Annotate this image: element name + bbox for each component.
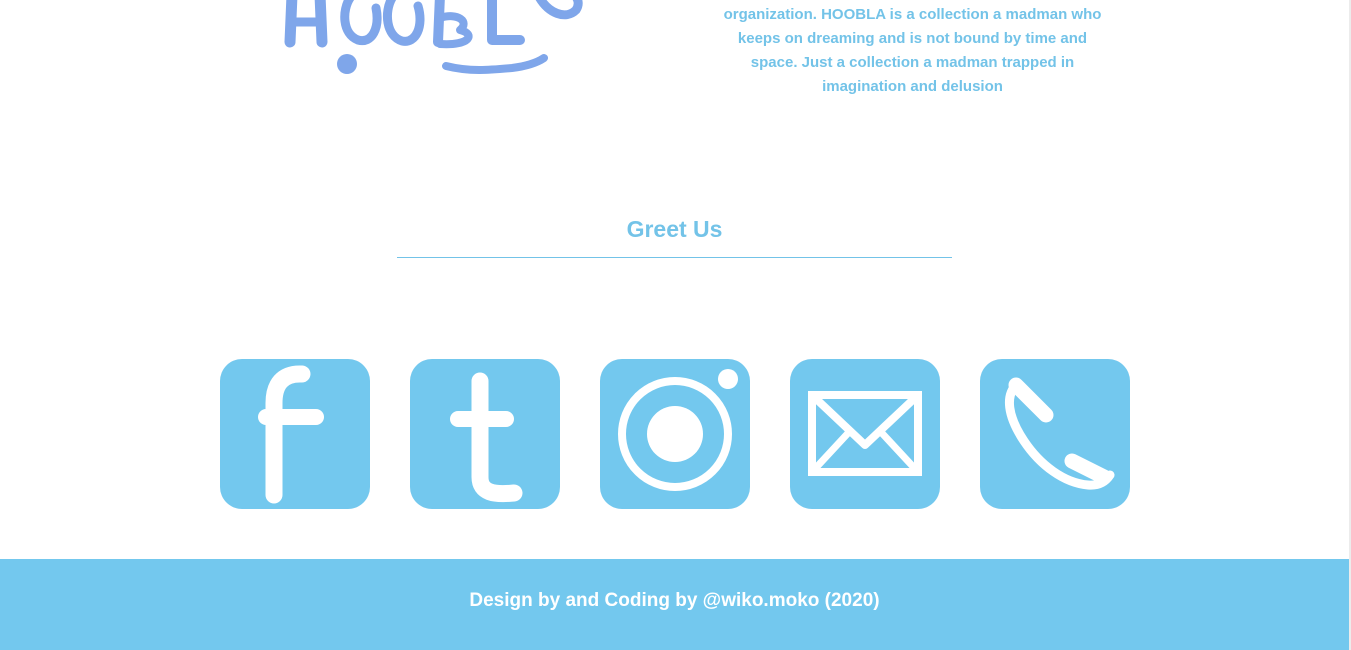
page: organization. HOOBLA is a collection a m… <box>0 0 1351 650</box>
logo-icon <box>284 0 583 74</box>
hoobla-logo <box>280 0 590 85</box>
footer-credit: Design by and Coding by @wiko.moko (2020… <box>469 590 880 611</box>
footer: Design by and Coding by @wiko.moko (2020… <box>0 559 1349 650</box>
tumblr-button[interactable] <box>410 359 560 509</box>
instagram-icon <box>618 369 738 491</box>
instagram-button[interactable] <box>600 359 750 509</box>
about-line: organization. HOOBLA is a collection a m… <box>723 6 1102 23</box>
greet-us-heading: Greet Us <box>626 216 723 242</box>
facebook-icon <box>258 365 324 504</box>
email-button[interactable] <box>790 359 940 509</box>
greet-divider <box>397 257 952 258</box>
about-line: space. Just a collection a madman trappe… <box>750 54 1075 71</box>
tumblr-icon <box>450 372 523 503</box>
phone-icon <box>1004 377 1115 490</box>
about-line: imagination and delusion <box>822 78 1003 95</box>
phone-button[interactable] <box>980 359 1130 509</box>
email-icon <box>808 391 922 476</box>
about-text: organization. HOOBLA is a collection a m… <box>700 3 1125 99</box>
about-line: keeps on dreaming and is not bound by ti… <box>737 30 1088 47</box>
social-links <box>220 359 1130 509</box>
facebook-button[interactable] <box>220 359 370 509</box>
